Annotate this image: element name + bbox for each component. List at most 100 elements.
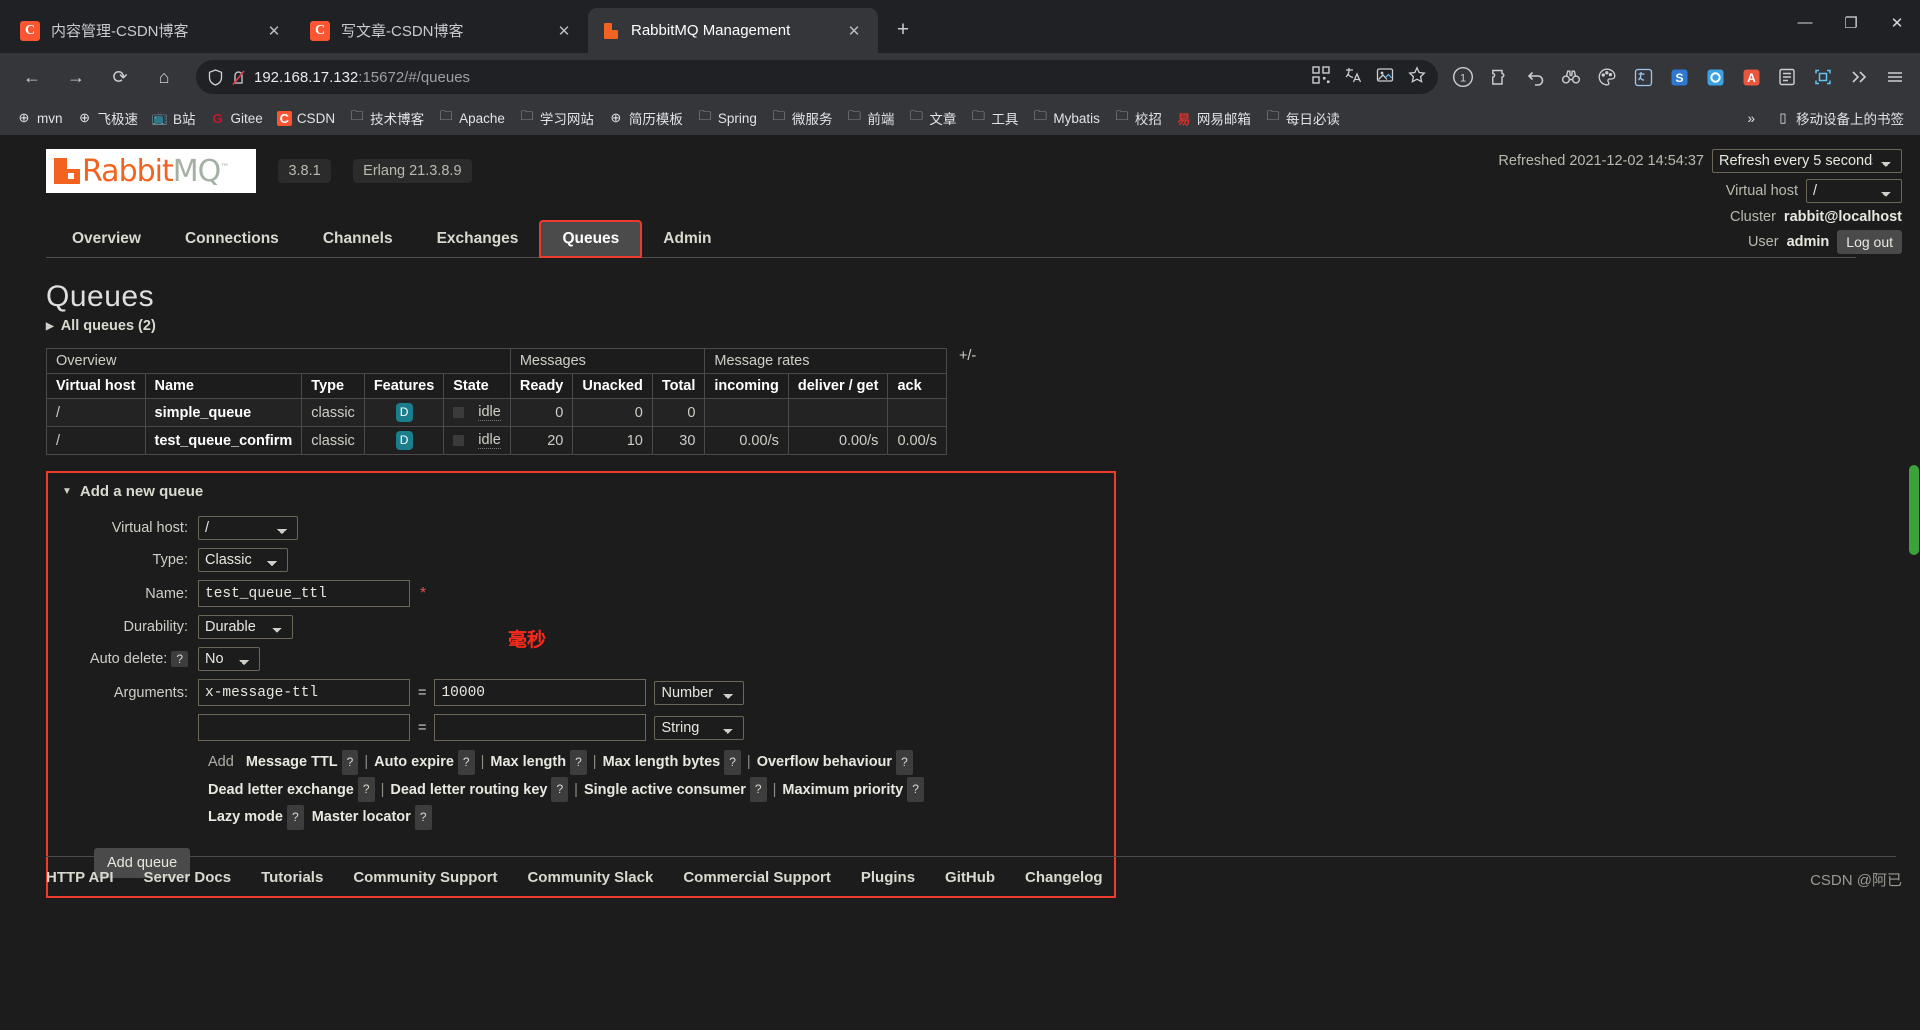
help-icon[interactable]: ? bbox=[570, 749, 587, 775]
home-icon[interactable]: ⌂ bbox=[147, 60, 181, 94]
preset-lazy-mode[interactable]: Lazy mode bbox=[208, 809, 283, 825]
bookmark-study-sites[interactable]: 🗀 学习网站 bbox=[513, 104, 600, 132]
bookmark-mvn[interactable]: ⊕ mvn bbox=[10, 107, 69, 129]
table-row[interactable]: / simple_queue classic D idle 0 0 0 bbox=[46, 398, 947, 427]
preset-message-ttl[interactable]: Message TTL bbox=[246, 754, 338, 770]
bookmark-mybatis[interactable]: 🗀 Mybatis bbox=[1026, 104, 1106, 132]
bookmark-star-icon[interactable] bbox=[1408, 66, 1426, 88]
argument-value-input-0[interactable] bbox=[434, 679, 647, 706]
maximize-icon[interactable]: ❐ bbox=[1828, 0, 1874, 45]
translate-tool-icon[interactable] bbox=[1628, 62, 1658, 92]
footer-link-server-docs[interactable]: Server Docs bbox=[144, 869, 232, 886]
cell-queue-name[interactable]: simple_queue bbox=[144, 398, 303, 427]
tab-admin[interactable]: Admin bbox=[641, 221, 733, 257]
col-type[interactable]: Type bbox=[301, 373, 365, 399]
help-icon[interactable]: ? bbox=[749, 777, 767, 803]
bookmark-daily-read[interactable]: 🗀 每日必读 bbox=[1259, 104, 1346, 132]
reload-icon[interactable]: ⟳ bbox=[103, 60, 137, 94]
back-icon[interactable]: ← bbox=[15, 60, 49, 94]
bookmark-campus-recruit[interactable]: 🗀 校招 bbox=[1108, 104, 1168, 132]
bookmark-tools[interactable]: 🗀 工具 bbox=[964, 104, 1024, 132]
help-icon[interactable]: ? bbox=[414, 804, 432, 830]
footer-link-changelog[interactable]: Changelog bbox=[1025, 869, 1103, 886]
preset-auto-expire[interactable]: Auto expire bbox=[374, 754, 454, 770]
tab-exchanges[interactable]: Exchanges bbox=[415, 221, 541, 257]
preset-max-length[interactable]: Max length bbox=[490, 754, 566, 770]
menu-icon[interactable] bbox=[1880, 62, 1910, 92]
col-unacked[interactable]: Unacked bbox=[572, 373, 653, 399]
address-bar[interactable]: 192.168.17.132:15672/#/queues bbox=[196, 60, 1438, 94]
blocked-cookie-icon[interactable] bbox=[231, 69, 246, 86]
puzzle-extension-icon[interactable] bbox=[1484, 62, 1514, 92]
preset-dead-letter-exchange[interactable]: Dead letter exchange bbox=[208, 782, 354, 798]
help-icon[interactable]: ? bbox=[551, 777, 569, 803]
bookmark-frontend[interactable]: 🗀 前端 bbox=[840, 104, 900, 132]
palette-icon[interactable] bbox=[1592, 62, 1622, 92]
footer-link-github[interactable]: GitHub bbox=[945, 869, 995, 886]
preset-dead-letter-routing-key[interactable]: Dead letter routing key bbox=[390, 782, 547, 798]
s-badge-icon[interactable]: S bbox=[1664, 62, 1694, 92]
close-icon[interactable]: ✕ bbox=[842, 19, 866, 43]
refresh-interval-select[interactable]: Refresh every 5 seconds bbox=[1712, 149, 1902, 173]
tab-overview[interactable]: Overview bbox=[50, 221, 163, 257]
bookmark-spring[interactable]: 🗀 Spring bbox=[691, 104, 763, 132]
undo-icon[interactable] bbox=[1520, 62, 1550, 92]
bookmark-microservices[interactable]: 🗀 微服务 bbox=[765, 104, 839, 132]
help-icon[interactable]: ? bbox=[286, 804, 304, 830]
preset-max-length-bytes[interactable]: Max length bytes bbox=[603, 754, 721, 770]
bookmark-feijisu[interactable]: ⊕ 飞极速 bbox=[71, 105, 145, 131]
virtual-host-field-select[interactable]: / bbox=[198, 516, 298, 540]
argument-type-select-0[interactable]: Number bbox=[654, 680, 745, 705]
col-name[interactable]: Name bbox=[144, 373, 303, 399]
minimize-icon[interactable]: — bbox=[1782, 0, 1828, 45]
close-icon[interactable]: ✕ bbox=[552, 19, 576, 43]
type-field-select[interactable]: Classic bbox=[198, 548, 288, 572]
add-queue-disclosure[interactable]: ▼ Add a new queue bbox=[48, 483, 1114, 500]
footer-link-plugins[interactable]: Plugins bbox=[861, 869, 915, 886]
all-queues-disclosure[interactable]: ▶ All queues (2) bbox=[46, 318, 1920, 334]
help-icon[interactable]: ? bbox=[896, 749, 913, 775]
image-icon[interactable] bbox=[1376, 66, 1394, 88]
col-ready[interactable]: Ready bbox=[509, 373, 574, 399]
col-state[interactable]: State bbox=[443, 373, 511, 399]
table-row[interactable]: / test_queue_confirm classic D idle 20 1… bbox=[46, 426, 947, 455]
bookmark-tech-blog[interactable]: 🗀 技术博客 bbox=[343, 104, 430, 132]
bookmark-articles[interactable]: 🗀 文章 bbox=[902, 104, 962, 132]
tab-queues[interactable]: Queues bbox=[539, 220, 643, 258]
mobile-bookmarks-folder[interactable]: ▯ 移动设备上的书签 bbox=[1769, 105, 1910, 131]
rabbitmq-logo[interactable]: RabbitMQ™ bbox=[46, 149, 256, 193]
footer-link-tutorials[interactable]: Tutorials bbox=[261, 869, 323, 886]
argument-value-input-1[interactable] bbox=[434, 714, 647, 741]
durability-field-select[interactable]: Durable bbox=[198, 615, 293, 639]
bookmark-bilibili[interactable]: 📺 B站 bbox=[146, 105, 202, 131]
tab-channels[interactable]: Channels bbox=[301, 221, 415, 257]
bookmarks-overflow-icon[interactable]: » bbox=[1741, 108, 1761, 129]
overflow-chevrons-icon[interactable] bbox=[1844, 62, 1874, 92]
close-window-icon[interactable]: ✕ bbox=[1874, 0, 1920, 45]
footer-link-community-support[interactable]: Community Support bbox=[353, 869, 497, 886]
translate-icon[interactable] bbox=[1344, 66, 1362, 88]
col-features[interactable]: Features bbox=[363, 373, 445, 399]
virtual-host-select[interactable]: / bbox=[1806, 179, 1902, 203]
help-icon[interactable]: ? bbox=[907, 777, 924, 803]
profile-badge-icon[interactable]: 1 bbox=[1448, 62, 1478, 92]
preset-overflow-behaviour[interactable]: Overflow behaviour bbox=[757, 754, 892, 770]
bookmark-apache[interactable]: 🗀 Apache bbox=[432, 104, 511, 132]
col-ack[interactable]: ack bbox=[887, 373, 947, 399]
o-badge-icon[interactable] bbox=[1700, 62, 1730, 92]
bookmark-gitee[interactable]: G Gitee bbox=[204, 108, 269, 129]
footer-link-community-slack[interactable]: Community Slack bbox=[527, 869, 653, 886]
browser-tab-2[interactable]: RabbitMQ Management ✕ bbox=[588, 8, 878, 53]
bookmark-netease-mail[interactable]: 易网易邮箱 bbox=[1170, 105, 1257, 131]
browser-tab-1[interactable]: C 写文章-CSDN博客 ✕ bbox=[298, 8, 588, 53]
qr-code-icon[interactable] bbox=[1312, 66, 1330, 88]
capture-icon[interactable] bbox=[1808, 62, 1838, 92]
argument-key-input-0[interactable] bbox=[198, 679, 410, 706]
argument-key-input-1[interactable] bbox=[198, 714, 410, 741]
footer-link-http-api[interactable]: HTTP API bbox=[46, 869, 114, 886]
help-icon[interactable]: ? bbox=[457, 749, 475, 775]
binoculars-icon[interactable] bbox=[1556, 62, 1586, 92]
help-icon[interactable]: ? bbox=[341, 749, 359, 775]
preset-single-active-consumer[interactable]: Single active consumer bbox=[584, 782, 746, 798]
new-tab-button[interactable]: + bbox=[886, 13, 920, 47]
